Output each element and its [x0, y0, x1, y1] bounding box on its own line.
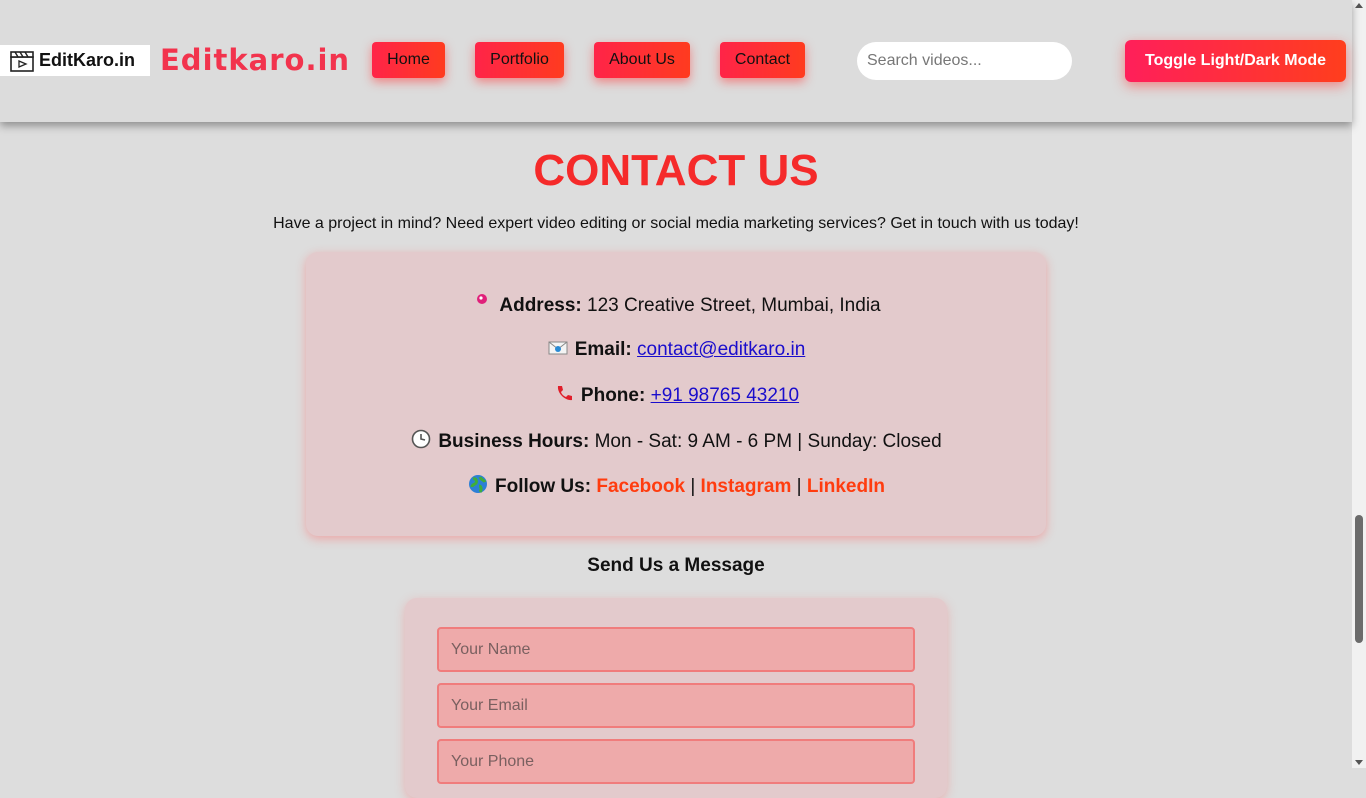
telephone-icon — [553, 384, 575, 408]
email-row: Email: contact@editkaro.in — [306, 339, 1046, 361]
clapperboard-icon — [9, 49, 35, 73]
scrollbar-thumb[interactable] — [1355, 515, 1363, 643]
search-input[interactable]: Search videos... — [857, 42, 1072, 80]
envelope-icon — [547, 339, 569, 361]
hours-value: Mon - Sat: 9 AM - 6 PM | Sunday: Closed — [594, 431, 942, 453]
theme-toggle-button[interactable]: Toggle Light/Dark Mode — [1125, 40, 1346, 82]
site-header: EditKaro.in Editkaro.in Home Portfolio A… — [0, 0, 1352, 122]
linkedin-link[interactable]: LinkedIn — [807, 476, 885, 497]
address-label: Address: — [499, 295, 582, 317]
separator: | — [690, 476, 696, 498]
follow-row: Follow Us: Facebook | Instagram | Linked… — [306, 474, 1046, 500]
contact-intro: Have a project in mind? Need expert vide… — [273, 215, 1079, 232]
globe-icon — [467, 474, 489, 500]
name-field[interactable]: Your Name — [437, 627, 915, 672]
email-link[interactable]: contact@editkaro.in — [637, 339, 805, 360]
email-label: Email: — [574, 339, 632, 361]
follow-label: Follow Us: — [495, 476, 592, 498]
instagram-link[interactable]: Instagram — [701, 476, 792, 497]
nav-contact-button[interactable]: Contact — [720, 42, 805, 78]
phone-field[interactable]: Your Phone — [437, 739, 915, 784]
logo[interactable]: EditKaro.in — [0, 45, 150, 76]
separator: | — [796, 476, 802, 498]
message-form: Your Name Your Email Your Phone — [405, 598, 947, 798]
message-form-title: Send Us a Message — [587, 555, 765, 576]
facebook-link[interactable]: Facebook — [596, 476, 685, 497]
nav-portfolio-button[interactable]: Portfolio — [475, 42, 564, 78]
clock-icon — [410, 429, 432, 455]
logo-text: EditKaro.in — [39, 50, 136, 70]
nav-home-button[interactable]: Home — [372, 42, 445, 78]
hours-row: Business Hours: Mon - Sat: 9 AM - 6 PM |… — [306, 429, 1046, 455]
pin-icon — [471, 293, 493, 319]
address-row: Address: 123 Creative Street, Mumbai, In… — [306, 293, 1046, 319]
scroll-down-arrow-icon[interactable] — [1355, 760, 1363, 765]
contact-info-card: Address: 123 Creative Street, Mumbai, In… — [306, 252, 1046, 536]
phone-link[interactable]: +91 98765 43210 — [651, 385, 799, 406]
hours-label: Business Hours: — [438, 431, 590, 453]
address-value: 123 Creative Street, Mumbai, India — [587, 295, 881, 317]
phone-row: Phone: +91 98765 43210 — [306, 384, 1046, 408]
scrollbar[interactable] — [1352, 0, 1366, 768]
nav-about-button[interactable]: About Us — [594, 42, 690, 78]
email-field[interactable]: Your Email — [437, 683, 915, 728]
page-title: CONTACT US — [533, 146, 819, 195]
scroll-up-arrow-icon[interactable] — [1355, 3, 1363, 8]
brand-name[interactable]: Editkaro.in — [160, 43, 350, 77]
phone-label: Phone: — [580, 385, 646, 407]
